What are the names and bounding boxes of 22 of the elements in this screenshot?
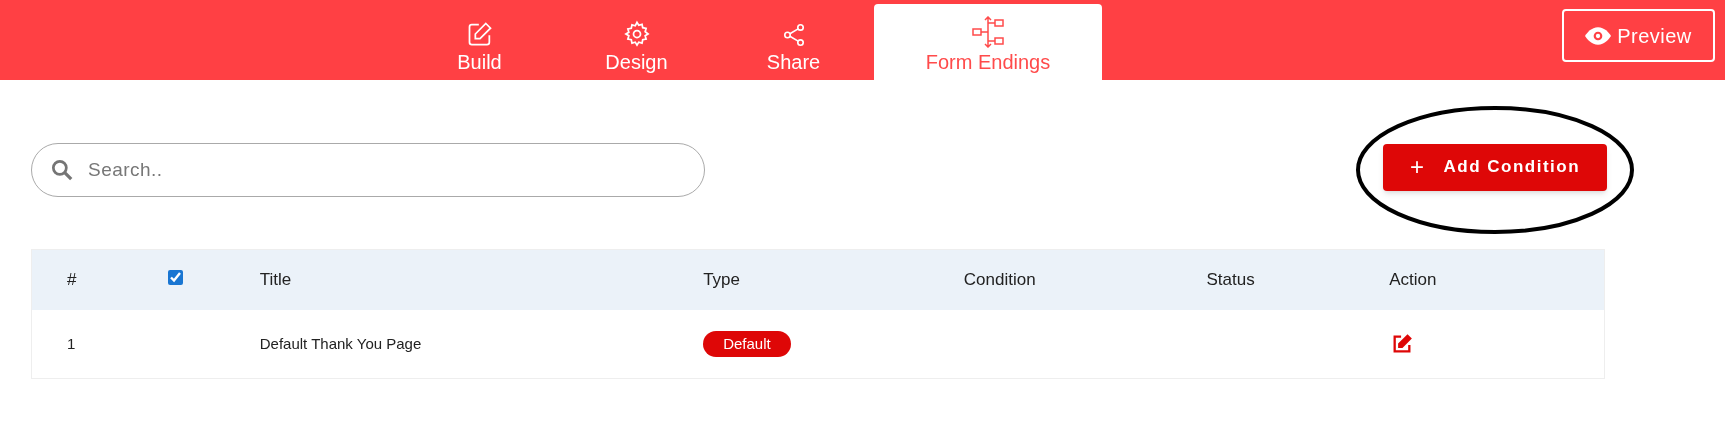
flowchart-icon [971, 16, 1005, 48]
column-header: Title [259, 270, 292, 290]
nav-tab[interactable]: Share [715, 4, 872, 80]
table-cell: 1 [67, 334, 76, 352]
nav-tab[interactable]: Build [401, 4, 558, 80]
table-cell: Default Thank You Page [259, 334, 422, 352]
column-header: Action [1389, 270, 1437, 290]
column-header: # [67, 270, 77, 290]
edit-icon[interactable] [1391, 333, 1414, 355]
column-header: Condition [963, 270, 1036, 290]
nav-tab[interactable]: Form Endings [874, 4, 1102, 80]
nav-tab[interactable]: Design [558, 4, 715, 80]
column-header: Status [1206, 270, 1255, 290]
search-icon [49, 157, 75, 183]
gear-icon [622, 20, 651, 48]
add-condition-button[interactable]: + Add Condition [1383, 143, 1607, 191]
select-all-checkbox[interactable] [167, 270, 183, 286]
type-badge: Default [703, 330, 791, 358]
column-header: Type [703, 270, 741, 290]
search-field[interactable]: Search.. [31, 143, 705, 197]
eye-icon [1585, 26, 1612, 45]
preview-button[interactable]: Preview [1562, 9, 1715, 62]
